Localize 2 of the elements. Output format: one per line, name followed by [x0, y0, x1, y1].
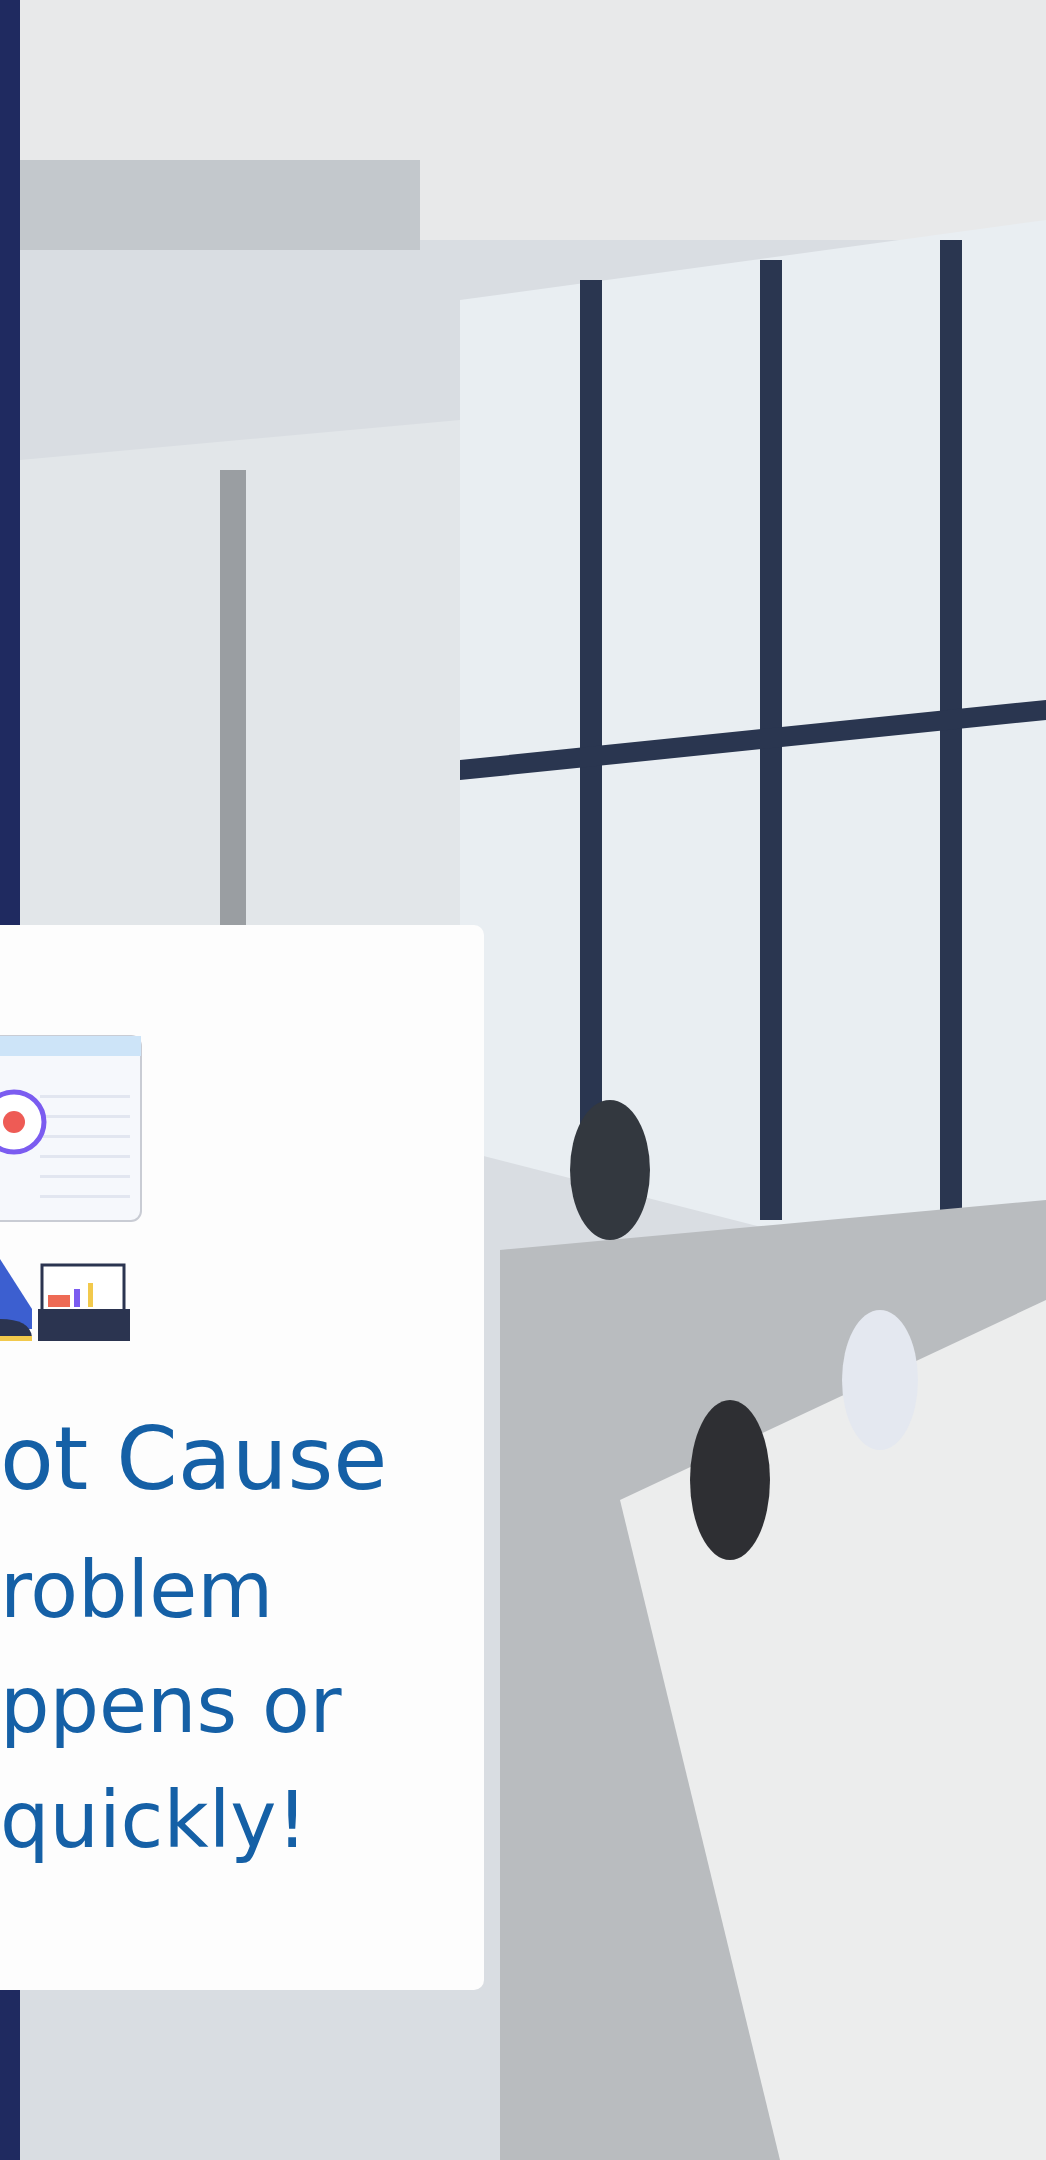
card-text: roblem ppens or quickly!: [0, 1544, 342, 1867]
card-title: ot Cause: [0, 1415, 388, 1503]
